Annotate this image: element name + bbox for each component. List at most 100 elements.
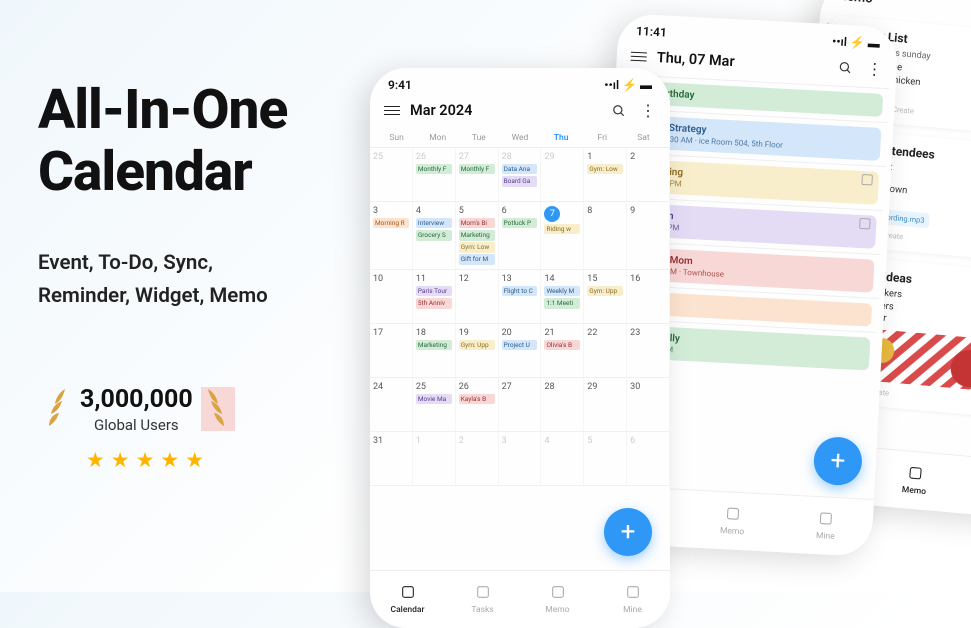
event-chip[interactable]: Monthly F (459, 164, 495, 175)
dow-thu: Thu (541, 129, 582, 147)
month-title[interactable]: Mar 2024 (410, 102, 602, 119)
event-chip[interactable]: Mom's Bi (459, 218, 495, 229)
day-cell[interactable]: 28 (541, 378, 584, 431)
day-cell[interactable]: 11Paris Tour5th Anniv (413, 270, 456, 323)
time: 9:41 (388, 78, 412, 92)
day-cell[interactable]: 29 (584, 378, 627, 431)
day-cell[interactable]: 9 (627, 202, 670, 269)
day-cell[interactable]: 8 (584, 202, 627, 269)
nav-memo[interactable]: Memo (685, 490, 781, 552)
day-cell[interactable]: 24 (370, 378, 413, 431)
day-cell[interactable]: 13Flight to C (499, 270, 542, 323)
day-cell[interactable]: 25 (370, 148, 413, 201)
menu-icon[interactable] (631, 51, 647, 61)
event-chip[interactable]: Paris Tour (416, 286, 452, 297)
day-cell[interactable]: 26Kayla's B (456, 378, 499, 431)
day-cell[interactable]: 10 (370, 270, 413, 323)
checkbox[interactable] (861, 174, 873, 186)
day-cell[interactable]: 2 (456, 432, 499, 485)
sub-2: Reminder, Widget, Memo (38, 284, 268, 308)
more-icon[interactable]: ⋮ (866, 65, 882, 74)
day-cell[interactable]: 21Olivia's B (541, 324, 584, 377)
fab-add[interactable]: + (604, 508, 652, 556)
status-icons: ••ıl ⚡ ▬ (832, 34, 880, 50)
day-cell[interactable]: 17 (370, 324, 413, 377)
users-badge: 3,000,000Global Users (38, 385, 378, 434)
nav-calendar[interactable]: Calendar (370, 571, 445, 628)
day-cell[interactable]: 18Marketing (413, 324, 456, 377)
day-cell[interactable]: 26Monthly F (413, 148, 456, 201)
event-chip[interactable]: Riding w (544, 224, 580, 235)
users-label: Global Users (80, 416, 193, 434)
day-cell[interactable]: 25Movie Ma (413, 378, 456, 431)
day-cell[interactable]: 15Gym: Upp (584, 270, 627, 323)
checkbox[interactable] (859, 218, 871, 230)
day-cell[interactable]: 23 (627, 324, 670, 377)
day-cell[interactable]: 30 (627, 378, 670, 431)
event-chip[interactable]: Weekly M (544, 286, 580, 297)
fab-add[interactable]: + (813, 436, 863, 486)
day-cell[interactable]: 31 (370, 432, 413, 485)
event-chip[interactable]: Movie Ma (416, 394, 452, 405)
day-cell[interactable]: 5 (584, 432, 627, 485)
day-cell[interactable]: 29 (541, 148, 584, 201)
day-cell[interactable]: 12 (456, 270, 499, 323)
day-cell[interactable]: 4InterviewGrocery S (413, 202, 456, 269)
day-cell[interactable]: 19Gym: Upp (456, 324, 499, 377)
day-event[interactable]: Mom6:30 PM (641, 204, 876, 249)
day-cell[interactable]: 27Monthly F (456, 148, 499, 201)
day-cell[interactable]: 3Morning R (370, 202, 413, 269)
day-cell[interactable]: 1Gym: Low (584, 148, 627, 201)
event-chip[interactable]: Morning R (373, 218, 409, 229)
event-chip[interactable]: Monthly F (416, 164, 452, 175)
event-chip[interactable]: Interview (416, 218, 452, 229)
event-chip[interactable]: 5th Anniv (416, 298, 452, 309)
event-chip[interactable]: Gym: Upp (459, 340, 495, 351)
event-chip[interactable]: Gym: Low (459, 242, 495, 253)
day-cell[interactable]: 7Riding w (541, 202, 584, 269)
event-chip[interactable]: Olivia's B (544, 340, 580, 351)
nav-memo[interactable]: Memo (868, 448, 963, 513)
event-chip[interactable]: Gym: Low (587, 164, 623, 175)
day-cell[interactable]: 22 (584, 324, 627, 377)
day-event[interactable]: uilding4:30 PM (644, 160, 879, 205)
day-cell[interactable]: 1 (413, 432, 456, 485)
day-cell[interactable]: 20Project U (499, 324, 542, 377)
day-cell[interactable]: 28Data AnaBoard Ga (499, 148, 542, 201)
search-icon[interactable] (612, 104, 626, 118)
event-chip[interactable]: Marketing (416, 340, 452, 351)
event-chip[interactable]: Project U (502, 340, 538, 351)
event-chip[interactable]: Gift for M (459, 254, 495, 265)
event-chip[interactable]: Potluck P (502, 218, 538, 229)
day-cell[interactable]: 14Weekly M1:1 Meeti (541, 270, 584, 323)
nav-mine[interactable]: Mine (778, 495, 874, 557)
nav-tasks[interactable]: Tasks (445, 571, 520, 628)
day-cell[interactable]: 3 (499, 432, 542, 485)
day-event[interactable]: ith Kelly0:30 AM (635, 325, 870, 370)
day-cell[interactable]: 6Potluck P (499, 202, 542, 269)
search-icon[interactable] (838, 60, 853, 75)
time: 11:41 (636, 24, 667, 40)
event-chip[interactable]: Board Ga (502, 176, 538, 187)
day-event[interactable]: with Mom8:00 PM · Townhouse (639, 247, 874, 292)
nav-memo[interactable]: Memo (520, 571, 595, 628)
day-title[interactable]: Thu, 07 Mar (656, 49, 829, 75)
day-cell[interactable]: 4 (541, 432, 584, 485)
event-chip[interactable]: Kayla's B (459, 394, 495, 405)
day-cell[interactable]: 16 (627, 270, 670, 323)
day-cell[interactable]: 5Mom's BiMarketingGym: LowGift for M (456, 202, 499, 269)
event-chip[interactable]: Flight to C (502, 286, 538, 297)
nav-mine[interactable]: Mine (595, 571, 670, 628)
day-cell[interactable]: 27 (499, 378, 542, 431)
menu-icon[interactable] (384, 106, 400, 116)
dow-sun: Sun (376, 129, 417, 147)
event-chip[interactable]: Marketing (459, 230, 495, 241)
event-chip[interactable]: Data Ana (502, 164, 538, 175)
event-chip[interactable]: Gym: Upp (587, 286, 623, 297)
event-chip[interactable]: Grocery S (416, 230, 452, 241)
day-event[interactable]: ng Strategy- 10:30 AM · ice Room 504, 5t… (646, 116, 881, 161)
day-cell[interactable]: 2 (627, 148, 670, 201)
event-chip[interactable]: 1:1 Meeti (544, 298, 580, 309)
more-icon[interactable]: ⋮ (640, 107, 656, 115)
day-cell[interactable]: 6 (627, 432, 670, 485)
